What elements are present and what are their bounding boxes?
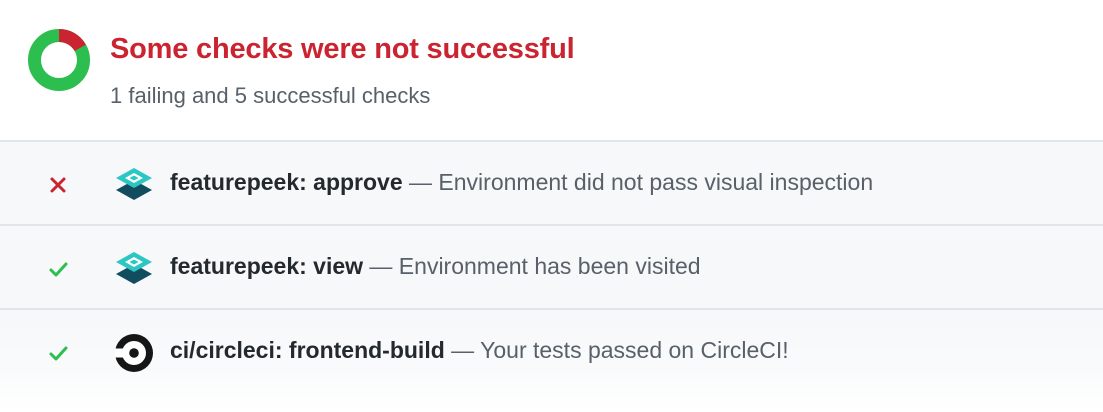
check-row-circleci-frontend-build[interactable]: ci/circleci: frontend-build — Your tests… [0, 310, 1103, 412]
featurepeek-logo-icon [116, 252, 152, 284]
check-row-text: featurepeek: approve — Environment did n… [170, 169, 873, 196]
check-description: — Environment did not pass visual inspec… [409, 169, 874, 195]
check-row-featurepeek-approve[interactable]: featurepeek: approve — Environment did n… [0, 142, 1103, 226]
check-name[interactable]: featurepeek: approve [170, 169, 403, 195]
featurepeek-logo-icon [116, 168, 152, 200]
check-description: — Environment has been visited [369, 253, 701, 279]
checks-status-donut-icon [28, 29, 90, 91]
check-icon [49, 346, 68, 361]
check-row-text: featurepeek: view — Environment has been… [170, 253, 701, 280]
check-description: — Your tests passed on CircleCI! [451, 337, 789, 363]
checks-summary-title: Some checks were not successful [110, 33, 575, 65]
x-icon [50, 177, 66, 193]
check-row-featurepeek-view[interactable]: featurepeek: view — Environment has been… [0, 226, 1103, 310]
check-name[interactable]: ci/circleci: frontend-build [170, 337, 445, 363]
check-icon [49, 262, 68, 277]
check-row-text: ci/circleci: frontend-build — Your tests… [170, 337, 789, 364]
circleci-logo-icon [115, 334, 153, 372]
checks-summary-header: Some checks were not successful 1 failin… [0, 0, 1103, 142]
check-name[interactable]: featurepeek: view [170, 253, 363, 279]
checks-summary-subtitle: 1 failing and 5 successful checks [110, 83, 431, 108]
